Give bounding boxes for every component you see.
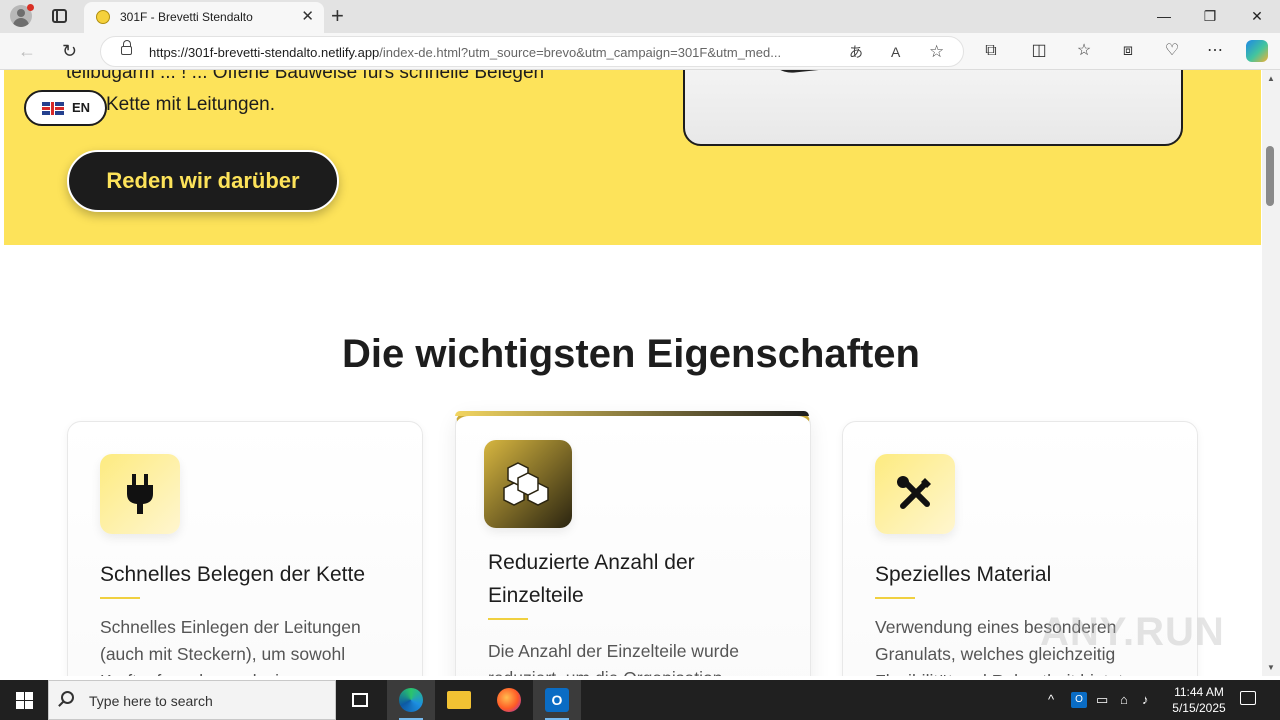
- browser-tab-bar: 301F - Brevetti Stendalto ✕ + — ❐ ✕: [0, 0, 1280, 33]
- windows-start-icon[interactable]: [16, 692, 33, 709]
- hero-section: teilbügarm ... ! ... Offene Bauweise für…: [4, 70, 1261, 245]
- cubes-icon: [484, 440, 572, 528]
- anyrun-watermark: ANY.RUN: [1040, 610, 1225, 654]
- close-tab-icon[interactable]: ✕: [301, 8, 314, 26]
- scroll-down-icon[interactable]: ▼: [1267, 663, 1275, 672]
- hero-text-line-2: Kette mit Leitungen.: [106, 94, 275, 115]
- more-options-icon[interactable]: ⋯: [1204, 40, 1226, 62]
- product-image: [683, 70, 1183, 146]
- firefox-icon[interactable]: [485, 680, 533, 720]
- language-switcher[interactable]: EN: [24, 90, 107, 126]
- card-underline: [100, 597, 140, 599]
- taskbar-search-box[interactable]: Type here to search: [48, 680, 336, 720]
- feature-card-reduced-parts: Reduzierte Anzahl der Einzelteile Die An…: [455, 411, 811, 676]
- device-icon[interactable]: ▭: [1096, 691, 1108, 709]
- language-label: EN: [72, 100, 91, 115]
- url-text[interactable]: https://301f-brevetti-stendalto.netlify.…: [149, 45, 781, 60]
- read-aloud-icon[interactable]: A: [891, 43, 900, 61]
- scrollbar-thumb[interactable]: [1266, 146, 1274, 206]
- edge-taskbar-icon[interactable]: [387, 680, 435, 720]
- hero-text-line-1: teilbügarm ... ! ... Offene Bauweise für…: [66, 70, 545, 83]
- card-text: Schnelles Einlegen der Leitungen (auch m…: [100, 617, 361, 676]
- network-icon[interactable]: ⌂: [1120, 691, 1128, 709]
- search-icon: [61, 691, 74, 704]
- contact-cta-button[interactable]: Reden wir darüber: [67, 150, 339, 212]
- page-viewport: teilbügarm ... ! ... Offene Bauweise für…: [0, 70, 1262, 676]
- search-placeholder: Type here to search: [89, 693, 213, 709]
- close-window-icon[interactable]: ✕: [1247, 6, 1267, 26]
- hero-description: teilbügarm ... ! ... Offene Bauweise für…: [66, 70, 544, 122]
- taskbar-clock[interactable]: 11:44 AM 5/15/2025: [1160, 684, 1238, 716]
- site-favicon-icon: [96, 10, 110, 24]
- browser-essentials-icon[interactable]: ♡: [1161, 40, 1183, 62]
- outlook-tray-icon[interactable]: O: [1071, 692, 1087, 708]
- outlook-icon[interactable]: O: [533, 680, 581, 720]
- cable-chain-illustration: [766, 70, 908, 76]
- volume-icon[interactable]: ♪: [1142, 691, 1149, 709]
- task-view-icon[interactable]: [336, 680, 384, 720]
- scroll-up-icon[interactable]: ▲: [1267, 74, 1275, 83]
- windows-taskbar: Type here to search O ^ O ▭ ⌂ ♪ 11:44 AM…: [0, 680, 1280, 720]
- show-hidden-icons-icon[interactable]: ^: [1048, 691, 1054, 709]
- refresh-icon[interactable]: ↻: [62, 40, 77, 62]
- section-title: Die wichtigsten Eigenschaften: [342, 332, 920, 376]
- new-tab-icon[interactable]: +: [331, 3, 344, 29]
- tools-icon: [875, 454, 955, 534]
- minimize-icon[interactable]: —: [1154, 6, 1174, 26]
- profile-notification-dot: [27, 4, 34, 11]
- favorites-icon[interactable]: ☆: [1073, 40, 1095, 62]
- card-text: Die Anzahl der Einzelteile wurde reduzie…: [488, 641, 739, 676]
- page-scrollbar[interactable]: ▲ ▼: [1262, 70, 1280, 676]
- address-bar[interactable]: https://301f-brevetti-stendalto.netlify.…: [100, 36, 964, 67]
- card-underline: [875, 597, 915, 599]
- favorite-star-icon[interactable]: ☆: [929, 43, 944, 61]
- copilot-icon[interactable]: [1246, 40, 1268, 62]
- extensions-icon[interactable]: ⧉: [980, 40, 1002, 62]
- translate-icon[interactable]: あ: [849, 43, 863, 61]
- tab-actions-icon[interactable]: [52, 9, 67, 23]
- browser-tab-active[interactable]: 301F - Brevetti Stendalto ✕: [84, 2, 324, 33]
- card-title: Spezielles Material: [875, 563, 1052, 586]
- tab-title: 301F - Brevetti Stendalto: [120, 10, 253, 24]
- uk-flag-icon: [42, 102, 64, 115]
- browser-toolbar: ← ↻ https://301f-brevetti-stendalto.netl…: [0, 33, 1280, 70]
- card-title: Reduzierte Anzahl der Einzelteile: [488, 551, 695, 607]
- card-title: Schnelles Belegen der Kette: [100, 563, 366, 586]
- split-screen-icon[interactable]: ◫: [1028, 40, 1050, 62]
- back-icon[interactable]: ←: [18, 40, 36, 62]
- feature-card-quick-assembly: Schnelles Belegen der Kette Schnelles Ei…: [67, 421, 423, 676]
- card-underline: [488, 618, 528, 620]
- featured-card-accent-bar: [455, 411, 809, 416]
- collections-icon[interactable]: ⧈: [1117, 40, 1139, 62]
- restore-icon[interactable]: ❐: [1200, 6, 1220, 26]
- file-explorer-icon[interactable]: [435, 680, 483, 720]
- lock-icon[interactable]: [121, 40, 132, 55]
- plug-icon: [100, 454, 180, 534]
- notification-center-icon[interactable]: [1240, 691, 1256, 705]
